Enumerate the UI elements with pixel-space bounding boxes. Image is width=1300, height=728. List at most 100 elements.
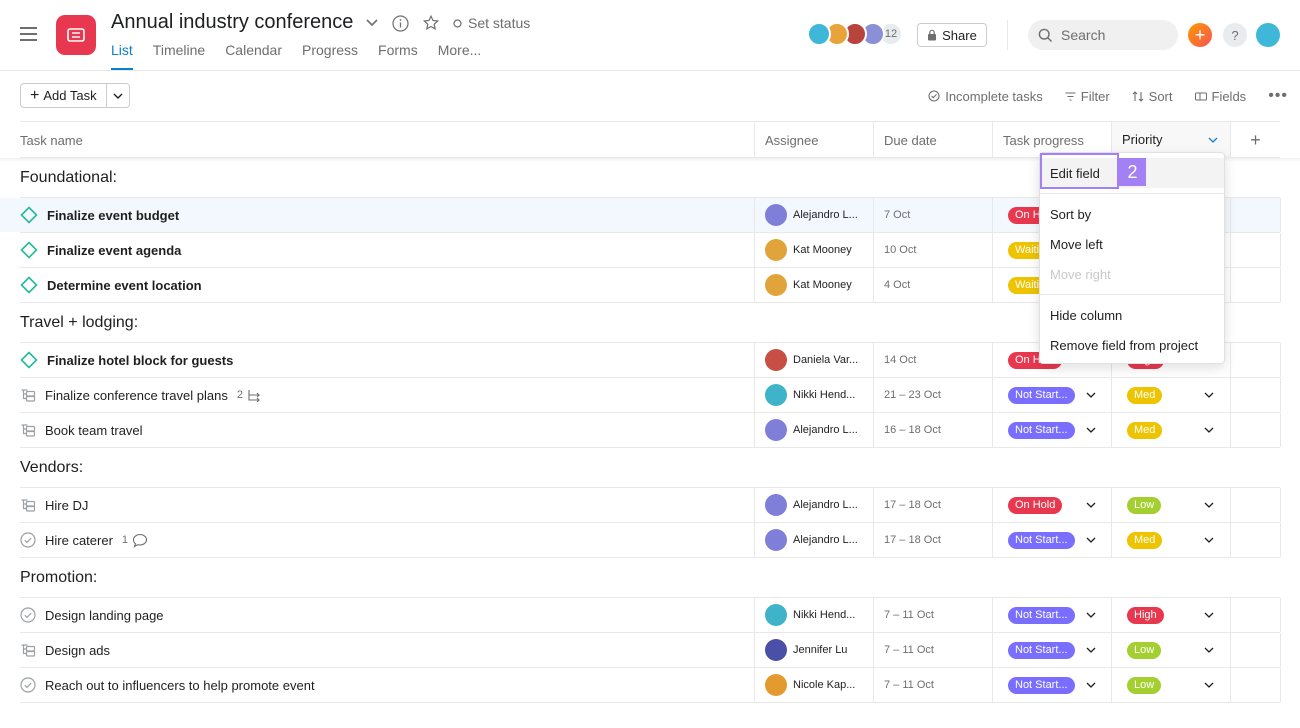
priority-cell[interactable]: Med [1127,378,1245,412]
incomplete-tasks-filter[interactable]: Incomplete tasks [928,89,1043,104]
star-icon[interactable] [423,15,439,31]
due-date-cell[interactable]: 10 Oct [884,233,916,267]
chevron-down-icon[interactable] [1204,537,1214,543]
milestone-icon[interactable] [20,206,38,224]
task-name[interactable]: Finalize hotel block for guests [47,353,233,368]
tab-progress[interactable]: Progress [302,42,358,70]
table-row[interactable]: Book team travel Alejandro L... 16 – 18 Oc… [20,413,1281,448]
due-date-cell[interactable]: 7 – 11 Oct [884,668,934,702]
more-options-icon[interactable]: ••• [1268,87,1288,105]
task-name[interactable]: Design landing page [45,608,164,623]
share-button[interactable]: Share [917,23,987,47]
add-task-button[interactable]: + Add Task [21,84,107,107]
due-date-cell[interactable]: 21 – 23 Oct [884,378,941,412]
set-status-button[interactable]: Set status [453,15,530,31]
chevron-down-icon[interactable] [1086,392,1096,398]
due-date-cell[interactable]: 17 – 18 Oct [884,523,941,557]
due-date-cell[interactable]: 14 Oct [884,343,916,377]
task-progress-cell[interactable]: On Hold [1008,488,1109,522]
chevron-down-icon[interactable] [1208,137,1218,143]
priority-cell[interactable]: Low [1127,633,1245,667]
subtask-icon[interactable] [20,423,36,437]
assignee-cell[interactable]: Alejandro L... [765,413,858,447]
tab-more[interactable]: More... [438,42,482,70]
task-name[interactable]: Design ads [45,643,110,658]
add-task-dropdown[interactable] [107,84,129,107]
chevron-down-icon[interactable] [1086,647,1096,653]
add-column-button[interactable]: + [1230,122,1280,158]
project-members[interactable]: 12 [807,22,903,46]
comment-count[interactable]: 1 [122,533,148,548]
task-progress-cell[interactable]: Not Start... [1008,378,1109,412]
assignee-cell[interactable]: Nikki Hend... [765,378,855,412]
due-date-cell[interactable]: 4 Oct [884,268,910,302]
subtask-icon[interactable] [20,643,36,657]
task-name-cell[interactable]: Design ads [20,633,754,667]
priority-cell[interactable]: Med [1127,523,1245,557]
task-name-cell[interactable]: Reach out to influencers to help promote… [20,668,754,702]
hamburger-menu-icon[interactable] [20,27,37,41]
assignee-cell[interactable]: Alejandro L... [765,523,858,557]
menu-move-left[interactable]: Move left [1040,229,1224,259]
task-name-cell[interactable]: Hire caterer 1 [20,523,754,557]
table-row[interactable]: Design landing page Nikki Hend... 7 – 11 O… [20,598,1281,633]
chevron-down-icon[interactable] [1204,612,1214,618]
task-name[interactable]: Hire caterer [45,533,113,548]
table-row[interactable]: Hire DJ Alejandro L... 17 – 18 Oct On Hold L… [20,488,1281,523]
fields-button[interactable]: Fields [1194,89,1246,104]
due-date-cell[interactable]: 7 Oct [884,198,910,232]
assignee-cell[interactable]: Kat Mooney [765,233,852,267]
subtask-icon[interactable] [20,388,36,402]
due-date-cell[interactable]: 16 – 18 Oct [884,413,941,447]
tab-forms[interactable]: Forms [378,42,418,70]
task-progress-cell[interactable]: Not Start... [1008,413,1109,447]
column-task-name[interactable]: Task name [20,122,754,158]
check-circle-icon[interactable] [20,677,36,693]
chevron-down-icon[interactable] [1086,612,1096,618]
filter-button[interactable]: Filter [1065,89,1110,104]
task-progress-cell[interactable]: Not Start... [1008,523,1109,557]
menu-remove-field[interactable]: Remove field from project [1040,330,1224,360]
task-name[interactable]: Determine event location [47,278,202,293]
priority-cell[interactable]: Low [1127,488,1245,522]
task-progress-cell[interactable]: Not Start... [1008,668,1109,702]
table-row[interactable]: Finalize conference travel plans 2 Nikki H… [20,378,1281,413]
search-input[interactable]: Search [1028,20,1178,50]
task-name[interactable]: Reach out to influencers to help promote… [45,678,315,693]
task-name[interactable]: Book team travel [45,423,143,438]
menu-sort-by[interactable]: Sort by [1040,199,1224,229]
chevron-down-icon[interactable] [1086,502,1096,508]
tab-calendar[interactable]: Calendar [225,42,282,70]
chevron-down-icon[interactable] [1204,502,1214,508]
task-progress-cell[interactable]: Not Start... [1008,598,1109,632]
priority-cell[interactable]: Low [1127,668,1245,702]
task-name[interactable]: Finalize event budget [47,208,179,223]
milestone-icon[interactable] [20,351,38,369]
assignee-cell[interactable]: Alejandro L... [765,488,858,522]
task-name-cell[interactable]: Design landing page [20,598,754,632]
column-due-date[interactable]: Due date [873,122,992,158]
assignee-cell[interactable]: Jennifer Lu [765,633,847,667]
table-row[interactable]: Hire caterer 1 Alejandro L... 17 – 18 Oct No… [20,523,1281,558]
check-circle-icon[interactable] [20,532,36,548]
priority-cell[interactable]: High [1127,598,1245,632]
section-header[interactable]: Promotion: [20,558,1280,598]
menu-hide-column[interactable]: Hide column [1040,300,1224,330]
tab-list[interactable]: List [111,42,133,70]
avatar[interactable] [807,22,831,46]
chevron-down-icon[interactable] [1204,682,1214,688]
due-date-cell[interactable]: 7 – 11 Oct [884,633,934,667]
chevron-down-icon[interactable] [1086,427,1096,433]
milestone-icon[interactable] [20,276,38,294]
assignee-cell[interactable]: Kat Mooney [765,268,852,302]
due-date-cell[interactable]: 7 – 11 Oct [884,598,934,632]
task-progress-cell[interactable]: Not Start... [1008,633,1109,667]
chevron-down-icon[interactable] [1086,537,1096,543]
chevron-down-icon[interactable] [1204,392,1214,398]
milestone-icon[interactable] [20,241,38,259]
quick-add-button[interactable]: + [1188,23,1212,47]
project-title[interactable]: Annual industry conference [111,11,353,34]
column-assignee[interactable]: Assignee [754,122,873,158]
task-name[interactable]: Finalize conference travel plans [45,388,228,403]
check-circle-icon[interactable] [20,607,36,623]
